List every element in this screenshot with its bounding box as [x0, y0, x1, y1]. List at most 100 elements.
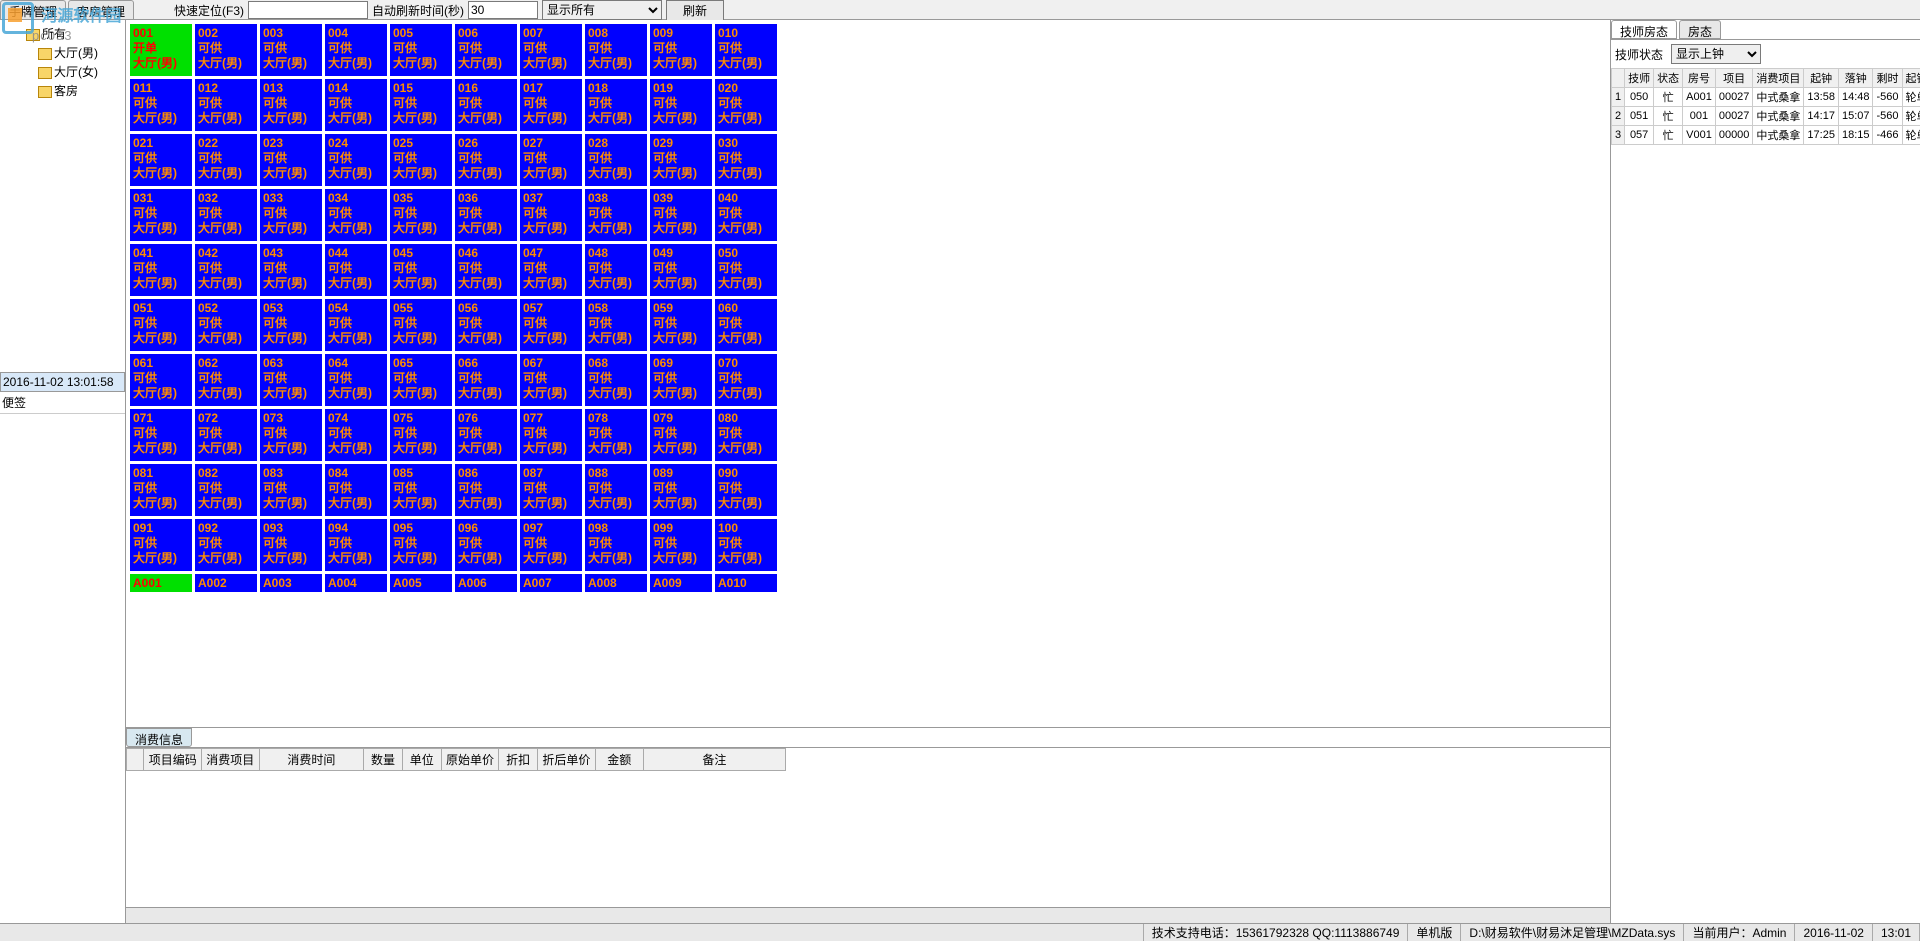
room-cell-019[interactable]: 019可供大厅(男)	[650, 79, 712, 131]
room-cell-055[interactable]: 055可供大厅(男)	[390, 299, 452, 351]
room-cell-023[interactable]: 023可供大厅(男)	[260, 134, 322, 186]
room-cell-011[interactable]: 011可供大厅(男)	[130, 79, 192, 131]
room-cell-030[interactable]: 030可供大厅(男)	[715, 134, 777, 186]
tech-row[interactable]: 3057忙V00100000中式桑拿17:2518:15-466轮单	[1612, 126, 1920, 145]
room-cell-063[interactable]: 063可供大厅(男)	[260, 354, 322, 406]
room-cell-024[interactable]: 024可供大厅(男)	[325, 134, 387, 186]
room-cell-A005[interactable]: A005	[390, 574, 452, 592]
room-cell-073[interactable]: 073可供大厅(男)	[260, 409, 322, 461]
room-cell-039[interactable]: 039可供大厅(男)	[650, 189, 712, 241]
col-origprice[interactable]: 原始单价	[441, 749, 499, 771]
room-cell-A003[interactable]: A003	[260, 574, 322, 592]
room-cell-068[interactable]: 068可供大厅(男)	[585, 354, 647, 406]
room-cell-100[interactable]: 100可供大厅(男)	[715, 519, 777, 571]
room-cell-081[interactable]: 081可供大厅(男)	[130, 464, 192, 516]
room-cell-079[interactable]: 079可供大厅(男)	[650, 409, 712, 461]
tech-row[interactable]: 1050忙A00100027中式桑拿13:5814:48-560轮单	[1612, 88, 1920, 107]
room-cell-A007[interactable]: A007	[520, 574, 582, 592]
tab-consume-info[interactable]: 消费信息	[126, 728, 192, 747]
room-cell-053[interactable]: 053可供大厅(男)	[260, 299, 322, 351]
room-cell-A006[interactable]: A006	[455, 574, 517, 592]
room-cell-049[interactable]: 049可供大厅(男)	[650, 244, 712, 296]
tree-hall-male[interactable]: 大厅(男)	[2, 43, 123, 62]
room-cell-059[interactable]: 059可供大厅(男)	[650, 299, 712, 351]
room-cell-098[interactable]: 098可供大厅(男)	[585, 519, 647, 571]
room-cell-092[interactable]: 092可供大厅(男)	[195, 519, 257, 571]
room-cell-075[interactable]: 075可供大厅(男)	[390, 409, 452, 461]
room-cell-083[interactable]: 083可供大厅(男)	[260, 464, 322, 516]
th-proj[interactable]: 项目	[1715, 69, 1753, 88]
room-cell-056[interactable]: 056可供大厅(男)	[455, 299, 517, 351]
tech-status-select[interactable]: 显示上钟	[1671, 44, 1761, 64]
show-filter-select[interactable]: 显示所有	[542, 0, 662, 20]
room-cell-070[interactable]: 070可供大厅(男)	[715, 354, 777, 406]
tab-room-state[interactable]: 房态	[1679, 20, 1721, 39]
room-cell-026[interactable]: 026可供大厅(男)	[455, 134, 517, 186]
room-cell-091[interactable]: 091可供大厅(男)	[130, 519, 192, 571]
room-cell-090[interactable]: 090可供大厅(男)	[715, 464, 777, 516]
col-remark[interactable]: 备注	[643, 749, 785, 771]
room-cell-084[interactable]: 084可供大厅(男)	[325, 464, 387, 516]
room-cell-035[interactable]: 035可供大厅(男)	[390, 189, 452, 241]
col-afterprice[interactable]: 折后单价	[538, 749, 596, 771]
room-cell-013[interactable]: 013可供大厅(男)	[260, 79, 322, 131]
room-cell-062[interactable]: 062可供大厅(男)	[195, 354, 257, 406]
room-cell-015[interactable]: 015可供大厅(男)	[390, 79, 452, 131]
room-cell-020[interactable]: 020可供大厅(男)	[715, 79, 777, 131]
room-cell-034[interactable]: 034可供大厅(男)	[325, 189, 387, 241]
tech-table-wrap[interactable]: 技师 状态 房号 项目 消费项目 起钟 落钟 剩时 起钟 1050忙A00100…	[1611, 68, 1920, 923]
room-cell-004[interactable]: 004可供大厅(男)	[325, 24, 387, 76]
tree-guest-room[interactable]: 客房	[2, 81, 123, 100]
room-cell-076[interactable]: 076可供大厅(男)	[455, 409, 517, 461]
room-cell-003[interactable]: 003可供大厅(男)	[260, 24, 322, 76]
room-cell-050[interactable]: 050可供大厅(男)	[715, 244, 777, 296]
room-cell-099[interactable]: 099可供大厅(男)	[650, 519, 712, 571]
col-unit[interactable]: 单位	[402, 749, 441, 771]
room-cell-058[interactable]: 058可供大厅(男)	[585, 299, 647, 351]
room-cell-066[interactable]: 066可供大厅(男)	[455, 354, 517, 406]
room-cell-048[interactable]: 048可供大厅(男)	[585, 244, 647, 296]
col-qty[interactable]: 数量	[364, 749, 403, 771]
room-cell-012[interactable]: 012可供大厅(男)	[195, 79, 257, 131]
room-cell-014[interactable]: 014可供大厅(男)	[325, 79, 387, 131]
consume-table-wrap[interactable]: 项目编码 消费项目 消费时间 数量 单位 原始单价 折扣 折后单价 金额 备注	[126, 747, 1610, 907]
room-cell-027[interactable]: 027可供大厅(男)	[520, 134, 582, 186]
room-cell-051[interactable]: 051可供大厅(男)	[130, 299, 192, 351]
room-cell-061[interactable]: 061可供大厅(男)	[130, 354, 192, 406]
room-cell-043[interactable]: 043可供大厅(男)	[260, 244, 322, 296]
room-cell-010[interactable]: 010可供大厅(男)	[715, 24, 777, 76]
room-cell-009[interactable]: 009可供大厅(男)	[650, 24, 712, 76]
quick-locate-input[interactable]	[248, 1, 368, 19]
room-cell-017[interactable]: 017可供大厅(男)	[520, 79, 582, 131]
room-cell-057[interactable]: 057可供大厅(男)	[520, 299, 582, 351]
room-cell-072[interactable]: 072可供大厅(男)	[195, 409, 257, 461]
room-cell-A001[interactable]: A001	[130, 574, 192, 592]
tree-root[interactable]: 所有	[2, 24, 123, 43]
room-cell-036[interactable]: 036可供大厅(男)	[455, 189, 517, 241]
room-cell-001[interactable]: 001开单大厅(男)	[130, 24, 192, 76]
th-remain[interactable]: 剩时	[1873, 69, 1902, 88]
room-cell-067[interactable]: 067可供大厅(男)	[520, 354, 582, 406]
room-cell-054[interactable]: 054可供大厅(男)	[325, 299, 387, 351]
room-cell-086[interactable]: 086可供大厅(男)	[455, 464, 517, 516]
room-cell-065[interactable]: 065可供大厅(男)	[390, 354, 452, 406]
room-cell-005[interactable]: 005可供大厅(男)	[390, 24, 452, 76]
room-cell-074[interactable]: 074可供大厅(男)	[325, 409, 387, 461]
room-cell-002[interactable]: 002可供大厅(男)	[195, 24, 257, 76]
th-consume[interactable]: 消费项目	[1753, 69, 1804, 88]
room-cell-021[interactable]: 021可供大厅(男)	[130, 134, 192, 186]
col-discount[interactable]: 折扣	[499, 749, 538, 771]
room-cell-042[interactable]: 042可供大厅(男)	[195, 244, 257, 296]
room-cell-078[interactable]: 078可供大厅(男)	[585, 409, 647, 461]
room-cell-025[interactable]: 025可供大厅(男)	[390, 134, 452, 186]
room-cell-047[interactable]: 047可供大厅(男)	[520, 244, 582, 296]
room-cell-082[interactable]: 082可供大厅(男)	[195, 464, 257, 516]
room-cell-046[interactable]: 046可供大厅(男)	[455, 244, 517, 296]
th-room[interactable]: 房号	[1683, 69, 1716, 88]
col-item[interactable]: 消费项目	[202, 749, 260, 771]
room-cell-029[interactable]: 029可供大厅(男)	[650, 134, 712, 186]
room-cell-018[interactable]: 018可供大厅(男)	[585, 79, 647, 131]
room-cell-080[interactable]: 080可供大厅(男)	[715, 409, 777, 461]
room-cell-088[interactable]: 088可供大厅(男)	[585, 464, 647, 516]
tech-row[interactable]: 2051忙00100027中式桑拿14:1715:07-560轮单	[1612, 107, 1920, 126]
